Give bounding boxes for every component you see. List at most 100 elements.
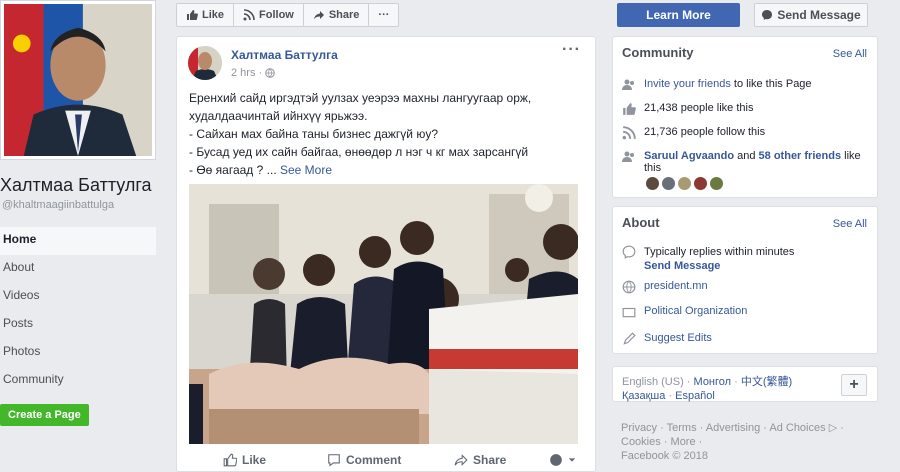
avatar[interactable]: [710, 177, 723, 190]
invite-friends-link[interactable]: Invite your friends: [644, 78, 731, 90]
about-title: About: [622, 215, 660, 230]
avatar[interactable]: [646, 177, 659, 190]
friend-name-link[interactable]: Saruul Agvaando: [644, 150, 734, 162]
follow-button[interactable]: Follow: [234, 4, 304, 26]
other-friends-link[interactable]: 58 other friends: [759, 150, 842, 162]
ad-choices-icon: ▷: [828, 422, 838, 434]
post-timestamp[interactable]: 2 hrs ·: [231, 67, 275, 79]
current-language: English (US): [622, 376, 684, 388]
community-card: Community See All Invite your friends to…: [612, 36, 878, 198]
nav-item-home[interactable]: Home: [0, 227, 156, 255]
thumbs-up-icon: [223, 453, 237, 467]
post-options-button[interactable]: ···: [562, 41, 581, 59]
author-avatar[interactable]: [188, 46, 222, 80]
language-list: English (US) · Монгол · 中文(繁體) Қазақша ·…: [622, 376, 793, 402]
send-message-button[interactable]: Send Message: [754, 3, 868, 27]
footer-link-ad-choices[interactable]: Ad Choices: [769, 422, 825, 434]
likes-row: 21,438 people like this: [622, 102, 753, 116]
avatar[interactable]: [662, 177, 675, 190]
community-title: Community: [622, 45, 694, 60]
friends-icon: [622, 151, 634, 162]
post-comment-button[interactable]: Comment: [327, 453, 401, 467]
share-arrow-icon: [454, 454, 468, 466]
tag-icon: [622, 307, 636, 318]
replies-text: Typically replies within minutes: [644, 246, 795, 258]
follows-row: 21,736 people follow this: [622, 126, 765, 140]
suggest-edits-link[interactable]: Suggest Edits: [644, 332, 712, 344]
about-send-message-link[interactable]: Send Message: [644, 260, 720, 272]
nav-item-posts[interactable]: Posts: [0, 311, 156, 339]
globe-icon: [550, 454, 562, 466]
post-author[interactable]: Халтмаа Баттулга: [231, 48, 338, 62]
avatar[interactable]: [694, 177, 707, 190]
like-page-button[interactable]: Like: [177, 4, 235, 26]
post-photo[interactable]: [189, 184, 578, 444]
messenger-icon: [622, 245, 636, 259]
community-see-all-link[interactable]: See All: [833, 48, 867, 60]
create-page-button[interactable]: Create a Page: [0, 404, 89, 426]
language-option[interactable]: Қазақша: [622, 390, 665, 402]
post-like-label: Like: [242, 453, 267, 467]
share-arrow-icon: [313, 11, 324, 20]
learn-more-button[interactable]: Learn More: [617, 3, 740, 27]
website-link[interactable]: president.mn: [644, 280, 708, 292]
nav-item-videos[interactable]: Videos: [0, 283, 156, 311]
globe-icon: [265, 68, 275, 78]
nav-item-photos[interactable]: Photos: [0, 339, 156, 367]
friends-icon: [622, 79, 634, 90]
invite-row: Invite your friends to like this Page: [622, 78, 812, 92]
suggest-edits-row: Suggest Edits: [622, 332, 712, 346]
post-card: Халтмаа Баттулга 2 hrs · ··· Еренхий сай…: [176, 36, 596, 472]
chevron-down-icon: [568, 458, 576, 462]
post-line-text: - Өө яагаад ? ...: [189, 163, 277, 177]
category-link[interactable]: Political Organization: [644, 305, 747, 317]
page-name[interactable]: Халтмаа Баттулга: [0, 175, 152, 196]
footer-link-cookies[interactable]: Cookies: [621, 436, 661, 448]
footer-link-privacy[interactable]: Privacy: [621, 422, 657, 434]
post-time-text: 2 hrs ·: [231, 67, 263, 79]
audience-selector[interactable]: [549, 453, 576, 467]
post-text: Еренхий сайд иргэдтэй уулзах уеэрээ махн…: [189, 89, 585, 179]
language-option[interactable]: 中文(繁體): [741, 376, 792, 388]
post-line: Еренхий сайд иргэдтэй уулзах уеэрээ махн…: [189, 91, 532, 105]
nav-item-about[interactable]: About: [0, 255, 156, 283]
language-option[interactable]: Español: [675, 390, 715, 402]
language-option[interactable]: Монгол: [694, 376, 732, 388]
post-like-button[interactable]: Like: [223, 453, 266, 467]
comment-icon: [328, 454, 340, 467]
see-more-link[interactable]: See More: [280, 163, 332, 177]
post-actions: Like Comment Share: [177, 449, 595, 472]
thumbs-up-icon: [623, 103, 636, 115]
footer-copyright: Facebook © 2018: [621, 450, 708, 462]
post-comment-label: Comment: [346, 453, 402, 467]
globe-icon: [622, 280, 636, 294]
left-column: Халтмаа Баттулга @khaltmaagiinbattulga H…: [0, 0, 162, 472]
post-share-label: Share: [473, 453, 507, 467]
footer-link-more[interactable]: More: [671, 436, 696, 448]
post-share-button[interactable]: Share: [454, 453, 506, 467]
more-dots-icon: ···: [378, 9, 390, 21]
footer: Privacy · Terms · Advertising · Ad Choic…: [621, 422, 844, 462]
more-options-button[interactable]: ···: [369, 4, 398, 26]
about-card: About See All Typically replies within m…: [612, 206, 878, 354]
add-language-button[interactable]: +: [841, 374, 867, 396]
rss-icon: [243, 9, 255, 21]
page-nav: Home About Videos Posts Photos Community: [0, 227, 156, 395]
post-line: - Сайхан мах байна таны бизнес дажгүй юу…: [189, 127, 438, 141]
page-handle[interactable]: @khaltmaagiinbattulga: [2, 199, 114, 211]
category-row: Political Organization: [622, 305, 747, 319]
footer-link-terms[interactable]: Terms: [667, 422, 697, 434]
likes-count: 21,438 people like this: [644, 102, 754, 114]
send-message-label: Send Message: [777, 8, 861, 22]
replies-row: Typically replies within minutes Send Mes…: [622, 245, 794, 273]
page-actions-group: Like Follow Share ···: [176, 3, 400, 27]
nav-item-community[interactable]: Community: [0, 367, 156, 395]
friend-and-text: and: [737, 150, 756, 162]
profile-picture[interactable]: [0, 0, 156, 160]
website-row: president.mn: [622, 280, 708, 294]
share-page-button[interactable]: Share: [304, 4, 370, 26]
avatar[interactable]: [678, 177, 691, 190]
about-see-all-link[interactable]: See All: [833, 218, 867, 230]
footer-link-advertising[interactable]: Advertising: [706, 422, 760, 434]
page-action-bar: Like Follow Share ··· Learn More Send Me…: [176, 0, 870, 30]
